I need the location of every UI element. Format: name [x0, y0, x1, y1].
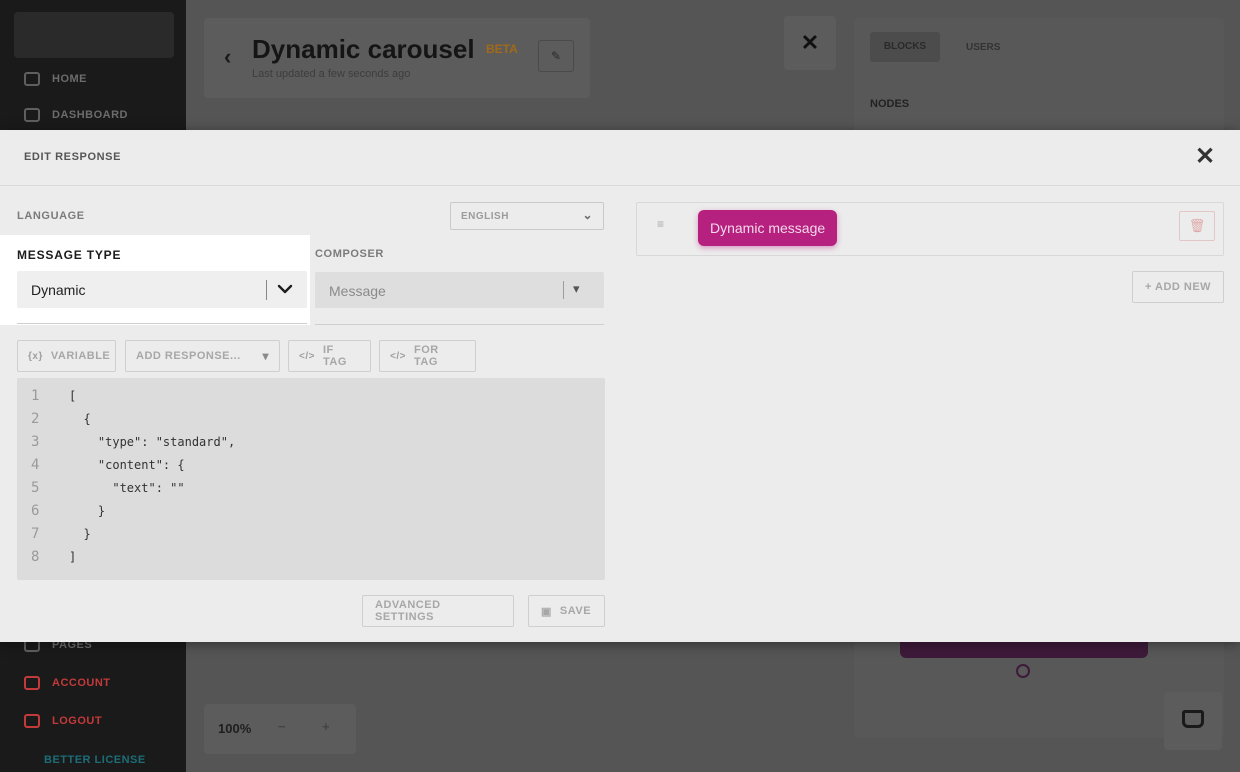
composer-select[interactable]: Message ▾: [315, 272, 604, 308]
back-icon[interactable]: ‹: [224, 44, 231, 70]
last-updated-text: Last updated a few seconds ago: [252, 68, 411, 80]
code-tag-icon: </>: [299, 350, 315, 362]
response-card: ≡ Dynamic message 🗑: [636, 202, 1224, 256]
trash-icon: 🗑: [1188, 218, 1206, 233]
code-line: }: [69, 504, 106, 518]
for-tag-button[interactable]: </> FOR TAG: [379, 340, 476, 372]
zoom-in-button[interactable]: +: [322, 719, 330, 734]
app-logo: [14, 12, 174, 58]
sidebar-item-home[interactable]: HOME: [24, 72, 87, 86]
home-icon: [24, 72, 40, 86]
flow-header-card: ‹ Dynamic carousel BETA ✎ Last updated a…: [204, 18, 590, 98]
zoom-level: 100%: [218, 721, 252, 736]
sidebar-footer-license[interactable]: BETTER LICENSE: [44, 754, 146, 766]
line-number: 2: [31, 411, 40, 427]
beta-badge: BETA: [486, 42, 518, 56]
chevron-down-icon: ▾: [573, 281, 580, 296]
line-number: 3: [31, 434, 40, 450]
language-label: LANGUAGE: [17, 210, 85, 222]
chevron-down-icon: ▾: [262, 349, 269, 363]
chevron-down-icon: ⌄: [582, 208, 593, 222]
code-tag-icon: </>: [390, 350, 406, 362]
code-line: {: [69, 412, 91, 426]
dashboard-icon: [24, 108, 40, 122]
tab-blocks[interactable]: BLOCKS: [870, 32, 940, 62]
modal-title: EDIT RESPONSE: [24, 151, 122, 163]
sidebar-item-label: LOGOUT: [52, 715, 103, 727]
save-button[interactable]: ▣ SAVE: [528, 595, 605, 627]
if-tag-button[interactable]: </> IF TAG: [288, 340, 371, 372]
chevron-down-icon[interactable]: [275, 277, 295, 301]
sidebar-item-logout[interactable]: LOGOUT: [24, 714, 102, 728]
braces-icon: {x}: [28, 350, 43, 362]
line-number-gutter: 1 2 3 4 5 6 7 8: [17, 378, 55, 580]
page-title: Dynamic carousel: [252, 34, 475, 64]
composer-label: COMPOSER: [315, 248, 384, 260]
delete-response-button[interactable]: 🗑: [1179, 211, 1215, 241]
line-number: 4: [31, 457, 40, 473]
edit-response-modal: EDIT RESPONSE ✕ LANGUAGE ENGLISH ⌄ MESSA…: [0, 130, 1240, 642]
sidebar-item-account[interactable]: ACCOUNT: [24, 676, 111, 690]
add-response-select[interactable]: ADD RESPONSE... ▾: [125, 340, 280, 372]
zoom-control: 100% − +: [204, 704, 356, 754]
save-icon: ▣: [541, 605, 552, 618]
code-editor[interactable]: 1 2 3 4 5 6 7 8 [ { "type": "standard", …: [17, 378, 605, 580]
drag-handle-icon[interactable]: ≡: [657, 217, 664, 231]
nodes-section-label: NODES: [870, 98, 910, 110]
response-chip[interactable]: Dynamic message: [698, 210, 838, 246]
insert-variable-button[interactable]: {x} VARIABLE: [17, 340, 116, 372]
line-number: 7: [31, 526, 40, 542]
message-type-select[interactable]: Dynamic: [17, 271, 307, 308]
user-icon: [24, 676, 40, 690]
code-line: }: [69, 527, 91, 541]
divider: [17, 323, 307, 324]
add-circle-icon[interactable]: [1016, 664, 1030, 678]
line-number: 5: [31, 480, 40, 496]
code-line: "text": "": [69, 481, 185, 495]
code-line: [: [69, 389, 77, 403]
line-number: 8: [31, 549, 40, 565]
divider: [315, 324, 604, 325]
modal-header: EDIT RESPONSE ✕: [0, 130, 1240, 186]
code-line: "type": "standard",: [69, 435, 236, 449]
language-select[interactable]: ENGLISH ⌄: [450, 202, 604, 230]
message-type-label: MESSAGE TYPE: [17, 248, 122, 262]
sidebar-item-label: ACCOUNT: [52, 677, 111, 689]
line-number: 6: [31, 503, 40, 519]
sidebar-item-label: DASHBOARD: [52, 109, 128, 121]
select-separator: [266, 280, 267, 300]
line-number: 1: [31, 388, 40, 404]
zoom-out-button[interactable]: −: [278, 719, 286, 734]
code-line: ]: [69, 550, 77, 564]
close-icon[interactable]: ✕: [1190, 142, 1220, 172]
add-new-response-button[interactable]: + ADD NEW: [1132, 271, 1224, 303]
message-type-field: MESSAGE TYPE Dynamic: [0, 235, 310, 325]
code-line: "content": {: [69, 458, 185, 472]
advanced-settings-button[interactable]: ADVANCED SETTINGS: [362, 595, 514, 627]
sidebar-item-label: HOME: [52, 73, 87, 85]
cart-icon: [1182, 710, 1204, 728]
close-editor-button[interactable]: ✕: [784, 16, 836, 70]
logout-icon: [24, 714, 40, 728]
cart-button[interactable]: [1164, 692, 1222, 750]
edit-title-button[interactable]: ✎: [538, 40, 574, 72]
sidebar-item-dashboard[interactable]: DASHBOARD: [24, 108, 128, 122]
tab-users[interactable]: USERS: [966, 42, 1000, 53]
select-separator: [563, 281, 564, 299]
composer-value: Message: [329, 283, 386, 299]
message-type-value: Dynamic: [31, 282, 86, 298]
